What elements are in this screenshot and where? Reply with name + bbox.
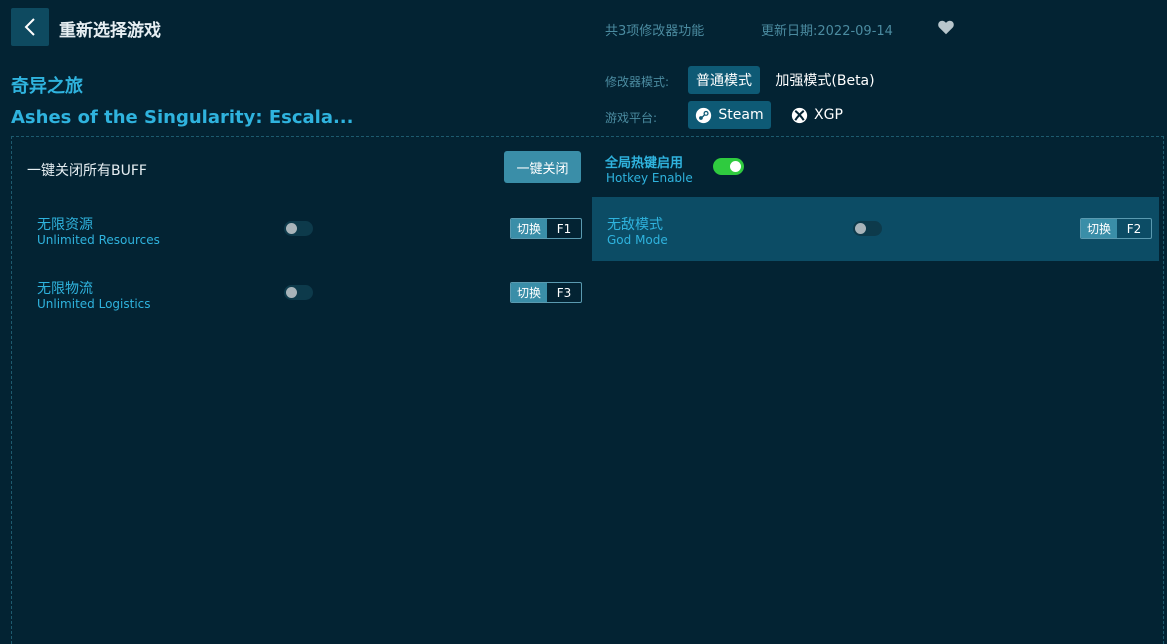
hotkey-badge[interactable]: 切换 F3	[510, 282, 582, 303]
toggle-knob	[286, 287, 297, 298]
mode-enhanced-button[interactable]: 加强模式(Beta)	[770, 66, 880, 94]
game-name-cn: 奇异之旅	[11, 76, 83, 97]
platform-xgp-button[interactable]: XGP	[784, 101, 850, 129]
buff-label: 一键关闭所有BUFF	[27, 163, 147, 179]
hotkey-enable-label-en: Hotkey Enable	[606, 171, 693, 185]
close-all-label: 一键关闭	[516, 161, 569, 177]
hotkey-enable-label-cn: 全局热键启用	[605, 156, 684, 171]
toggle-knob	[730, 161, 741, 172]
game-name-en: Ashes of the Singularity: Escala...	[11, 107, 354, 128]
heart-icon[interactable]	[937, 19, 955, 35]
mode-normal-label: 普通模式	[696, 73, 752, 89]
toggle-knob	[286, 223, 297, 234]
option-name-cn: 无敌模式	[607, 217, 663, 233]
platform-steam-label: Steam	[718, 107, 764, 123]
option-toggle-unlimited-logistics[interactable]	[284, 285, 313, 300]
option-toggle-unlimited-resources[interactable]	[284, 221, 313, 236]
hotkey-key: F2	[1126, 221, 1142, 236]
toggle-knob	[855, 223, 866, 234]
hotkey-tag: 切换	[1081, 219, 1117, 238]
mode-enhanced-label: 加强模式(Beta)	[775, 73, 875, 89]
steam-icon	[696, 107, 712, 123]
chevron-left-icon	[24, 18, 35, 36]
platform-xgp-label: XGP	[814, 107, 843, 123]
hotkey-key: F3	[556, 285, 572, 300]
xbox-icon	[791, 107, 808, 123]
platform-label: 游戏平台:	[605, 111, 658, 125]
option-toggle-god-mode[interactable]	[853, 221, 882, 236]
option-name-cn: 无限资源	[37, 217, 93, 233]
hotkey-tag: 切换	[511, 219, 547, 238]
hotkey-tag: 切换	[511, 283, 547, 302]
option-name-en: Unlimited Resources	[37, 233, 160, 247]
option-name-en: God Mode	[607, 233, 668, 247]
hotkey-badge[interactable]: 切换 F1	[510, 218, 582, 239]
hotkey-key: F1	[556, 221, 572, 236]
close-all-button[interactable]: 一键关闭	[504, 151, 581, 183]
option-name-cn: 无限物流	[37, 281, 93, 297]
option-name-en: Unlimited Logistics	[37, 297, 151, 311]
feature-count: 共3项修改器功能	[605, 24, 705, 39]
mode-label: 修改器模式:	[605, 75, 670, 89]
hotkey-enable-toggle[interactable]	[713, 158, 744, 175]
platform-steam-button[interactable]: Steam	[688, 101, 771, 129]
back-button[interactable]	[11, 8, 49, 46]
hotkey-badge[interactable]: 切换 F2	[1080, 218, 1152, 239]
mode-normal-button[interactable]: 普通模式	[688, 66, 760, 94]
page-title: 重新选择游戏	[59, 21, 161, 41]
update-date: 更新日期:2022-09-14	[761, 24, 893, 39]
